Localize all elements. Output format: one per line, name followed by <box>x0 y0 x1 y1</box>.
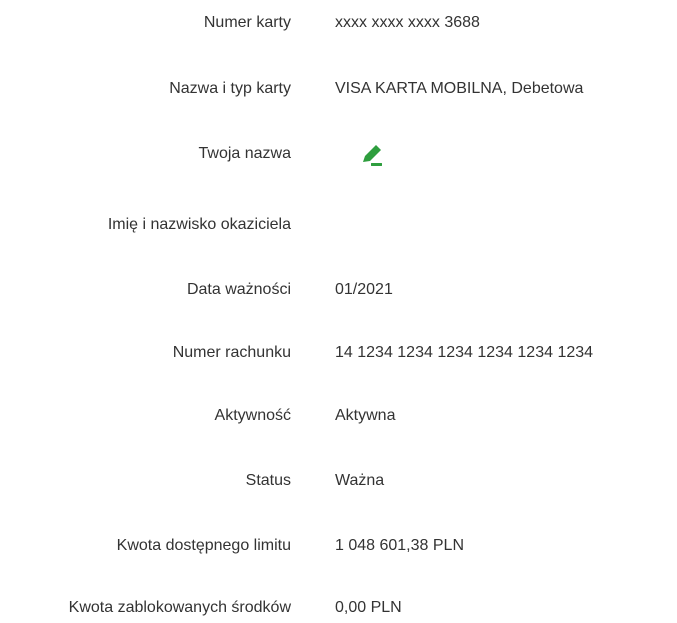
available-limit-row: Kwota dostępnego limitu 1 048 601,38 PLN <box>0 531 677 561</box>
status-label: Status <box>245 472 291 489</box>
card-name-type-row: Nazwa i typ karty VISA KARTA MOBILNA, De… <box>0 74 677 104</box>
edit-your-name-button[interactable] <box>360 143 386 167</box>
status-value: Ważna <box>335 472 385 489</box>
holder-name-label: Imię i nazwisko okaziciela <box>107 216 291 233</box>
account-number-value: 14 1234 1234 1234 1234 1234 1234 <box>335 344 594 361</box>
your-name-label: Twoja nazwa <box>198 145 292 162</box>
status-row: Status Ważna <box>0 466 677 496</box>
expiry-date-row: Data ważności 01/2021 <box>0 275 677 305</box>
activity-row: Aktywność Aktywna <box>0 401 677 431</box>
blocked-funds-label: Kwota zablokowanych środków <box>68 599 291 616</box>
card-number-row: Numer karty xxxx xxxx xxxx 3688 <box>0 8 677 38</box>
card-number-label: Numer karty <box>203 14 291 31</box>
blocked-funds-row: Kwota zablokowanych środków 0,00 PLN <box>0 593 677 623</box>
pencil-icon <box>363 145 382 166</box>
card-name-type-label: Nazwa i typ karty <box>169 80 291 97</box>
your-name-row: Twoja nazwa <box>0 139 677 169</box>
available-limit-value: 1 048 601,38 PLN <box>335 537 464 554</box>
blocked-funds-value: 0,00 PLN <box>335 599 402 616</box>
activity-value: Aktywna <box>335 407 396 424</box>
holder-name-row: Imię i nazwisko okaziciela <box>0 210 677 240</box>
card-name-type-value: VISA KARTA MOBILNA, Debetowa <box>335 80 584 97</box>
account-number-row: Numer rachunku 14 1234 1234 1234 1234 12… <box>0 338 677 368</box>
expiry-date-label: Data ważności <box>186 281 291 298</box>
available-limit-label: Kwota dostępnego limitu <box>116 537 291 554</box>
expiry-date-value: 01/2021 <box>335 281 393 298</box>
activity-label: Aktywność <box>214 407 291 424</box>
card-number-value: xxxx xxxx xxxx 3688 <box>335 14 480 31</box>
account-number-label: Numer rachunku <box>172 344 291 361</box>
